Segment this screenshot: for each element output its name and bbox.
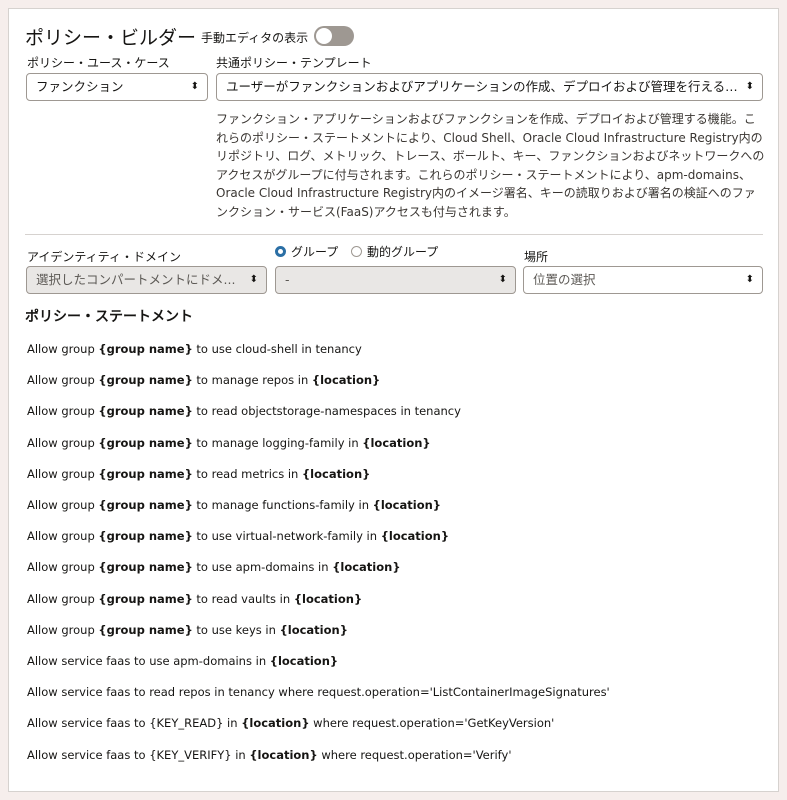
policy-statement: Allow group {group name} to read vaults … (27, 592, 362, 606)
use-case-value: ファンクション (36, 79, 124, 94)
policy-statement: Allow service faas to use apm-domains in… (27, 654, 338, 668)
policy-statement: Allow group {group name} to use keys in … (27, 623, 348, 637)
policy-statement: Allow group {group name} to use cloud-sh… (27, 342, 362, 356)
statement-placeholder: {group name} (98, 591, 193, 606)
policy-statement: Allow service faas to {KEY_VERIFY} in {l… (27, 748, 512, 762)
statement-placeholder: {group name} (98, 342, 193, 356)
statement-placeholder: {location} (241, 716, 310, 731)
statement-placeholder: {location} (269, 654, 339, 668)
policy-statement: Allow group {group name} to manage funct… (27, 498, 441, 512)
chevron-up-down-icon: ⬍ (498, 274, 507, 285)
statement-text: Allow service faas to use apm-domains in (27, 654, 270, 668)
radio-group[interactable]: グループ (275, 243, 338, 260)
identity-domain-value: 選択したコンパートメントにドメ... (36, 272, 236, 287)
statement-text: Allow group (27, 560, 99, 575)
template-label: 共通ポリシー・テンプレート (216, 56, 372, 70)
group-select[interactable]: - ⬍ (275, 266, 516, 294)
statement-text: to read vaults in (192, 591, 294, 606)
radio-dynamic-group[interactable]: 動的グループ (351, 243, 438, 260)
statement-text: Allow group (27, 529, 99, 544)
policy-statement: Allow group {group name} to manage repos… (27, 373, 380, 387)
policy-statement: Allow group {group name} to read objects… (27, 404, 461, 418)
manual-editor-toggle[interactable] (314, 26, 354, 46)
statement-placeholder: {location} (311, 373, 381, 388)
statement-text: Allow group (27, 591, 99, 606)
statement-placeholder: {group name} (98, 498, 193, 512)
template-select[interactable]: ユーザーがファンクションおよびアプリケーションの作成、デプロイおよび管理を行える… (216, 73, 763, 101)
statement-placeholder: {location} (362, 435, 431, 450)
location-label: 場所 (524, 250, 549, 264)
statement-placeholder: {group name} (98, 404, 193, 419)
use-case-select[interactable]: ファンクション ⬍ (26, 73, 208, 101)
radio-button[interactable] (351, 246, 362, 257)
policy-builder-panel: ポリシー・ビルダー 手動エディタの表示 ポリシー・ユース・ケース ファンクション… (8, 8, 779, 792)
statement-text: Allow group (27, 622, 99, 637)
statement-text: to use virtual-network-family in (192, 529, 381, 544)
identity-domain-select[interactable]: 選択したコンパートメントにドメ... ⬍ (26, 266, 267, 294)
statement-placeholder: {location} (249, 747, 318, 762)
chevron-up-down-icon: ⬍ (249, 274, 258, 285)
statement-text: where request.operation='GetKeyVersion' (309, 716, 555, 731)
statement-text: Allow group (27, 498, 99, 512)
statement-placeholder: {group name} (98, 622, 193, 637)
statements-title: ポリシー・ステートメント (25, 309, 193, 325)
chevron-up-down-icon: ⬍ (745, 81, 754, 92)
statement-text: to manage logging-family in (192, 435, 363, 450)
radio-dynamic-group-label: 動的グループ (367, 245, 439, 259)
policy-statement: Allow group {group name} to manage loggi… (27, 436, 431, 450)
statement-placeholder: {location} (332, 560, 401, 575)
statement-placeholder: {location} (302, 466, 371, 481)
statement-placeholder: {group name} (98, 529, 193, 544)
policy-statement: Allow group {group name} to use virtual-… (27, 529, 449, 543)
manual-editor-label: 手動エディタの表示 (201, 31, 309, 45)
statement-text: Allow group (27, 342, 99, 356)
statement-text: to use keys in (192, 622, 280, 637)
statement-text: to use apm-domains in (192, 560, 333, 575)
template-description: ファンクション・アプリケーションおよびファンクションを作成、デプロイおよび管理す… (216, 112, 765, 219)
chevron-up-down-icon: ⬍ (190, 81, 199, 92)
statement-placeholder: {location} (380, 529, 450, 544)
identity-domain-label: アイデンティティ・ドメイン (27, 250, 181, 264)
statement-text: Allow group (27, 373, 99, 388)
page-title: ポリシー・ビルダー (25, 27, 197, 49)
statement-text: Allow service faas to {KEY_READ} in (27, 716, 242, 731)
statement-text: Allow group (27, 435, 99, 450)
policy-statement: Allow service faas to {KEY_READ} in {loc… (27, 716, 554, 730)
use-case-label: ポリシー・ユース・ケース (27, 56, 170, 70)
divider (25, 234, 763, 235)
statement-text: to manage repos in (192, 373, 312, 388)
statement-text: to read metrics in (192, 466, 302, 481)
policy-statement: Allow group {group name} to read metrics… (27, 467, 370, 481)
statement-placeholder: {group name} (98, 560, 193, 575)
location-select[interactable]: 位置の選択 ⬍ (523, 266, 763, 294)
radio-button-checked[interactable] (275, 246, 286, 257)
statement-text: Allow service faas to {KEY_VERIFY} in (27, 747, 250, 762)
statement-text: Allow service faas to read repos in tena… (27, 685, 610, 700)
toggle-knob (316, 28, 332, 44)
statement-text: Allow group (27, 466, 99, 481)
statement-placeholder: {group name} (98, 435, 193, 450)
statement-text: Allow group (27, 404, 99, 419)
radio-group-label: グループ (291, 245, 339, 259)
statement-text: where request.operation='Verify' (317, 747, 512, 762)
policy-statement: Allow service faas to read repos in tena… (27, 685, 610, 699)
statement-placeholder: {location} (279, 622, 348, 637)
statement-placeholder: {group name} (98, 466, 193, 481)
statement-text: to read objectstorage-namespaces in tena… (192, 404, 461, 419)
chevron-up-down-icon: ⬍ (745, 274, 754, 285)
statement-placeholder: {group name} (98, 373, 193, 388)
statement-text: to manage functions-family in (192, 498, 373, 512)
statement-placeholder: {location} (293, 591, 363, 606)
statement-text: to use cloud-shell in tenancy (192, 342, 362, 356)
statement-placeholder: {location} (372, 498, 441, 512)
location-value: 位置の選択 (533, 272, 596, 287)
group-value: - (285, 272, 290, 287)
policy-statement: Allow group {group name} to use apm-doma… (27, 560, 401, 574)
template-value: ユーザーがファンクションおよびアプリケーションの作成、デプロイおよび管理を行える… (226, 79, 763, 94)
